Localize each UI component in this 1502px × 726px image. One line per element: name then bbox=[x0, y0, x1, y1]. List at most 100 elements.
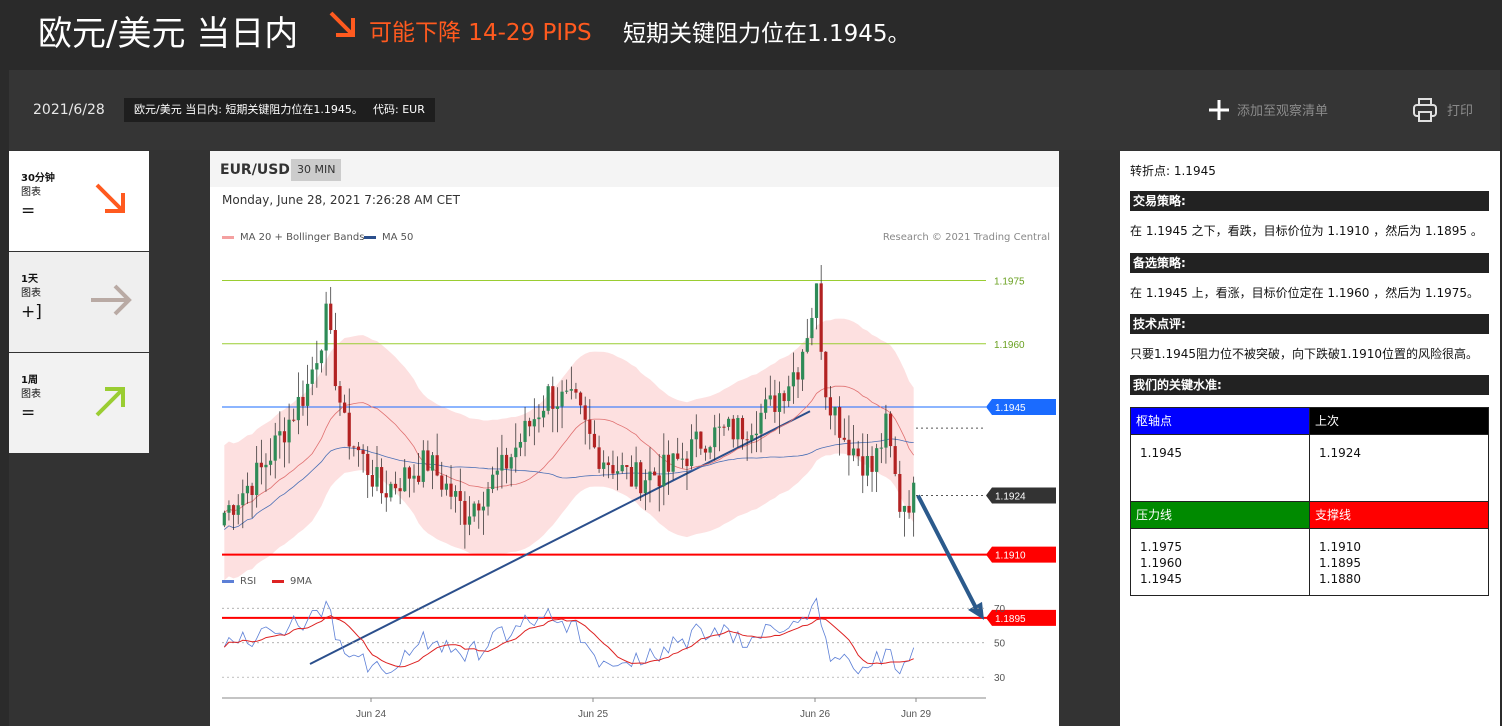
rsi-tick-label: 30 bbox=[994, 673, 1006, 684]
level-tag-label: 1.1910 bbox=[995, 551, 1026, 562]
timeframe-list: 30分钟 图表 = 1天 图表 +] 1周 图表 = bbox=[9, 151, 149, 453]
printer-icon[interactable] bbox=[1412, 97, 1438, 123]
candle-body bbox=[241, 493, 245, 506]
legend-ma50: MA 50 bbox=[364, 232, 413, 243]
candle-body bbox=[606, 462, 610, 466]
chart-symbol: EUR/USD bbox=[220, 162, 290, 178]
timeframe-30min[interactable]: 30分钟 图表 = bbox=[9, 151, 149, 251]
watermark-text: @英国CCC一张学军 bbox=[1226, 674, 1427, 699]
legend-ma50-label: MA 50 bbox=[382, 232, 414, 243]
candle-body bbox=[898, 473, 902, 512]
candle-body bbox=[440, 475, 444, 490]
candle-body bbox=[736, 417, 740, 440]
print-link[interactable]: 打印 bbox=[1447, 100, 1473, 119]
candle-body bbox=[824, 351, 828, 398]
candle-body bbox=[532, 419, 536, 427]
candle-body bbox=[865, 455, 870, 476]
candle-body bbox=[615, 471, 620, 474]
headline: 短期关键阻力位在1.1945。 bbox=[623, 21, 911, 47]
candle-body bbox=[643, 480, 647, 494]
last-value: 1.1924 bbox=[1319, 446, 1361, 460]
candle-body bbox=[255, 462, 259, 496]
chart-timeframe: 30 MIN bbox=[291, 159, 342, 181]
candle-body bbox=[879, 447, 883, 449]
candle-body bbox=[560, 391, 564, 407]
rsi-chart: 70 50 30 Jun 24 Jun 25 Jun 26 Jun 29 bbox=[222, 597, 1006, 720]
arrow-down-right-icon bbox=[95, 183, 125, 213]
candle-body bbox=[329, 303, 333, 331]
candle-body bbox=[703, 448, 708, 453]
candle-body bbox=[578, 392, 583, 406]
candle-body bbox=[435, 455, 439, 476]
candle-body bbox=[301, 396, 305, 406]
candle-body bbox=[361, 450, 365, 454]
plus-icon[interactable] bbox=[1208, 99, 1230, 121]
candle-body bbox=[652, 471, 657, 476]
candle-body bbox=[236, 505, 240, 515]
timeframe-1week[interactable]: 1周 图表 = bbox=[9, 353, 149, 453]
candle-body bbox=[791, 372, 795, 387]
candle-body bbox=[773, 395, 777, 412]
candle-body bbox=[407, 467, 411, 479]
candle-body bbox=[870, 455, 874, 472]
candle-body bbox=[888, 413, 893, 447]
candle-body bbox=[449, 483, 453, 497]
candle-body bbox=[454, 491, 458, 497]
candle-body bbox=[426, 450, 430, 471]
candle-body bbox=[389, 483, 393, 498]
candle-body bbox=[884, 413, 888, 448]
alt-strategy-text: 在 1.1945 上，看涨，目标价位定在 1.1960 ，然后为 1.1975。 bbox=[1130, 286, 1480, 300]
candle-body bbox=[666, 454, 671, 472]
candle-body bbox=[764, 399, 768, 413]
candle-body bbox=[722, 426, 726, 428]
pair-title: 欧元/美元 当日内 bbox=[38, 14, 299, 54]
candle-body bbox=[842, 437, 846, 440]
pivot-label: 枢轴点 bbox=[1131, 408, 1309, 434]
candle-body bbox=[690, 439, 694, 467]
candle-body bbox=[380, 467, 384, 494]
candle-body bbox=[231, 505, 236, 515]
candle-body bbox=[833, 407, 837, 416]
candle-body bbox=[504, 454, 509, 469]
candle-body bbox=[370, 475, 374, 487]
candle-body bbox=[574, 389, 578, 393]
candle-body bbox=[814, 283, 819, 318]
legend-rsi-swatch bbox=[222, 579, 234, 583]
candle-body bbox=[893, 446, 897, 474]
candle-body bbox=[319, 350, 324, 364]
x-tick-label: Jun 29 bbox=[901, 709, 931, 720]
candle-body bbox=[620, 465, 624, 472]
add-watchlist-link[interactable]: 添加至观察清单 bbox=[1237, 100, 1328, 119]
candle-body bbox=[639, 462, 643, 494]
candle-body bbox=[366, 453, 370, 476]
candle-body bbox=[384, 493, 388, 498]
candle-body bbox=[518, 441, 523, 448]
chart-timestamp: Monday, June 28, 2021 7:26:28 AM CET bbox=[222, 193, 460, 207]
candle-body bbox=[486, 489, 490, 507]
timeframe-1day[interactable]: 1天 图表 +] bbox=[9, 252, 149, 352]
candle-body bbox=[810, 317, 814, 339]
legend-bb-swatch bbox=[222, 235, 234, 239]
candle-body bbox=[713, 427, 717, 448]
candle-body bbox=[856, 448, 860, 457]
candle-body bbox=[592, 433, 597, 448]
candle-body bbox=[509, 457, 513, 469]
candle-body bbox=[768, 395, 772, 400]
candle-body bbox=[782, 393, 786, 402]
candle-body bbox=[537, 417, 541, 420]
candle-body bbox=[250, 485, 254, 496]
candle-body bbox=[902, 505, 907, 512]
candle-body bbox=[315, 363, 319, 370]
candle-body bbox=[430, 455, 435, 471]
candle-body bbox=[750, 435, 754, 441]
candle-body bbox=[634, 462, 638, 487]
candle-body bbox=[264, 464, 268, 468]
candle-body bbox=[759, 412, 763, 434]
legend-ma50-swatch bbox=[364, 235, 376, 239]
arrow-up-right-icon bbox=[95, 387, 125, 417]
candle-body bbox=[731, 418, 735, 440]
candle-body bbox=[278, 431, 282, 436]
candle-body bbox=[754, 433, 758, 436]
rsi-ma-line bbox=[223, 615, 914, 668]
code-pill: 代码: EUR bbox=[363, 98, 435, 122]
